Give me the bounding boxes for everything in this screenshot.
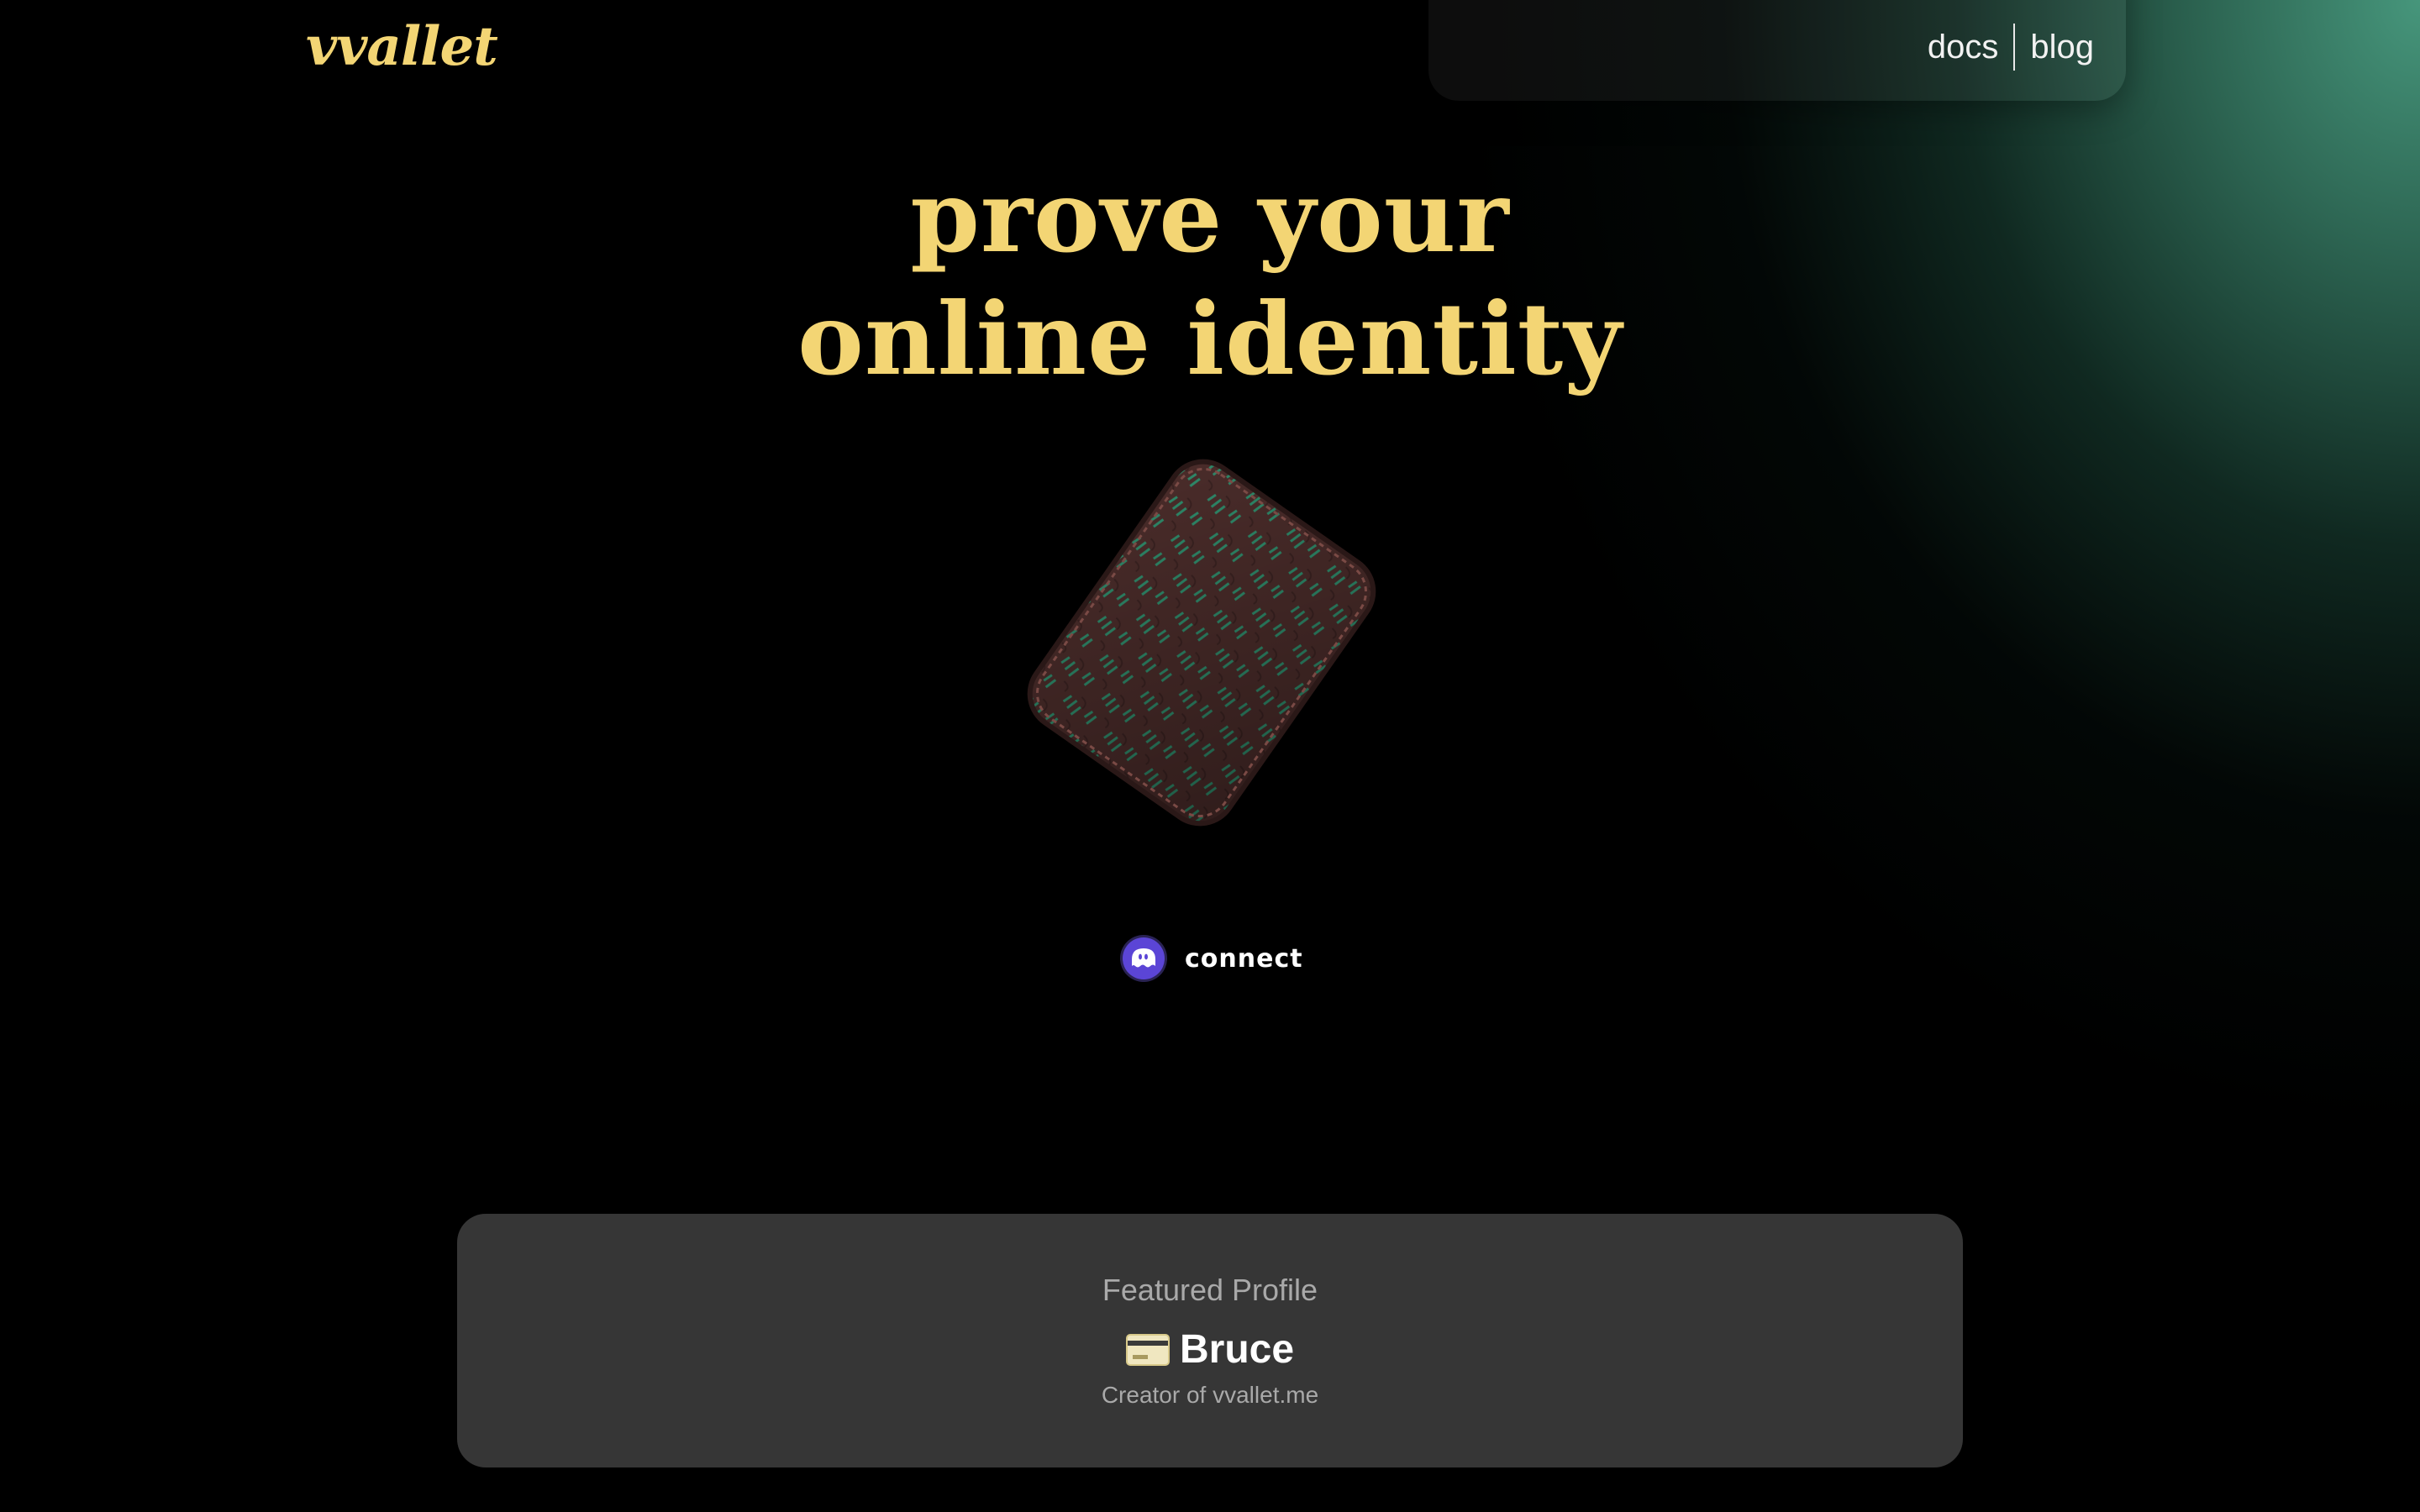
- featured-profile-card[interactable]: Featured Profile Bruce Creator of vvalle…: [457, 1214, 1963, 1467]
- phantom-ghost-icon: [1123, 937, 1165, 979]
- featured-subtitle: Creator of vvallet.me: [1101, 1382, 1319, 1408]
- hero-headline: prove your online identity: [0, 155, 2420, 401]
- connect-label: connect: [1185, 943, 1303, 974]
- featured-name-row: Bruce: [457, 1326, 1963, 1373]
- headline-line-1: prove your: [910, 158, 1510, 275]
- featured-kicker: Featured Profile: [1102, 1273, 1318, 1307]
- nav-docs-link[interactable]: docs: [1928, 29, 1999, 66]
- featured-name[interactable]: Bruce: [1180, 1326, 1294, 1373]
- top-nav: docs blog: [1928, 24, 2094, 71]
- headline-line-2: online identity: [797, 281, 1623, 397]
- logo[interactable]: vvallet: [306, 15, 498, 78]
- nav-blog-link[interactable]: blog: [2030, 29, 2094, 66]
- wallet-image: [1027, 459, 1376, 827]
- nav-divider: [2013, 24, 2016, 71]
- wallet-illustration: [992, 420, 1412, 865]
- credit-card-icon: [1125, 1333, 1170, 1366]
- connect-button[interactable]: connect: [1123, 937, 1303, 979]
